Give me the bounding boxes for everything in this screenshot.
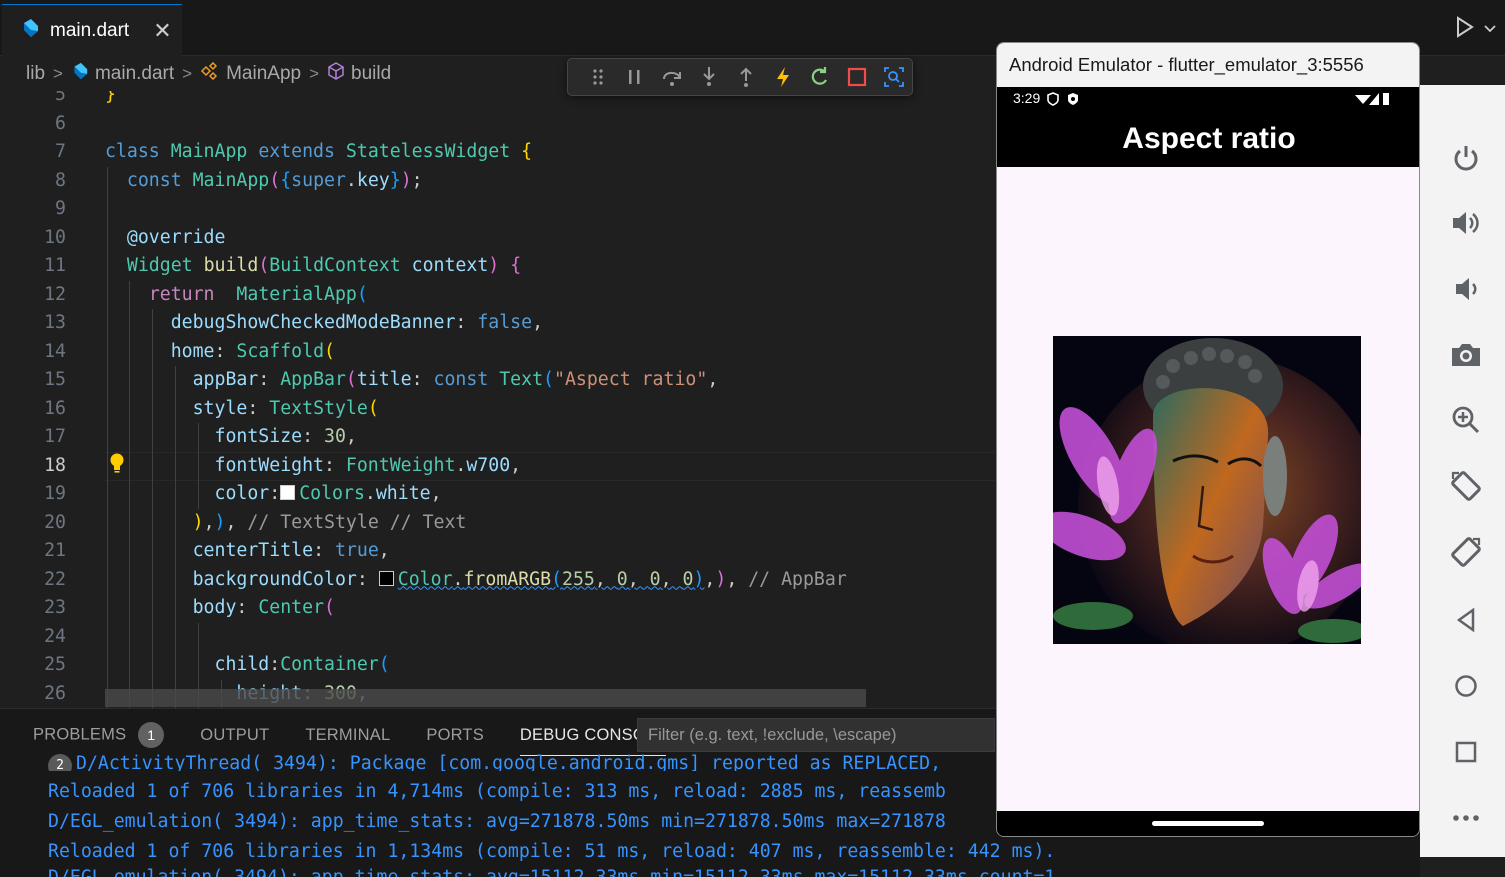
stop-icon[interactable] xyxy=(838,62,875,92)
close-tab-icon[interactable]: ✕ xyxy=(153,18,171,44)
android-status-bar: 3:29 xyxy=(997,87,1419,111)
step-over-icon[interactable] xyxy=(654,62,691,92)
breadcrumb-item-class[interactable]: MainApp xyxy=(226,63,301,85)
code-line: 21 centerTitle: true, xyxy=(0,537,995,566)
method-icon xyxy=(327,62,345,86)
more-icon[interactable] xyxy=(1449,801,1483,835)
problems-count-badge: 1 xyxy=(138,722,165,748)
console-line: D/EGL_emulation( 3494): app_time_stats: … xyxy=(48,867,1055,877)
code-line: 12 return MaterialApp( xyxy=(0,280,995,309)
color-swatch-black[interactable] xyxy=(378,570,394,586)
breadcrumb-item-lib[interactable]: lib xyxy=(26,63,45,85)
app-body xyxy=(997,167,1419,811)
code-line: 6 xyxy=(55,112,66,134)
code-line: 23 body: Center( xyxy=(0,594,995,623)
code-line: 11 Widget build(BuildContext context) { xyxy=(0,252,995,281)
code-line: 22 backgroundColor: Color.fromARGB(255, … xyxy=(0,565,995,594)
console-line: Reloaded 1 of 706 libraries in 1,134ms (… xyxy=(48,841,1056,862)
horizontal-scrollbar[interactable] xyxy=(105,689,866,707)
code-line: 8 const MainApp({super.key}); xyxy=(0,166,995,195)
code-line: 13 debugShowCheckedModeBanner: false, xyxy=(0,309,995,338)
class-icon xyxy=(200,61,220,86)
buddha-image xyxy=(1053,336,1361,644)
chevron-right-icon: > xyxy=(53,64,63,83)
tab-ports[interactable]: PORTS xyxy=(426,726,484,745)
code-line: 9 xyxy=(0,195,995,224)
pause-icon[interactable] xyxy=(617,62,654,92)
debug-toolbar xyxy=(567,58,913,96)
hot-reload-icon[interactable] xyxy=(764,62,801,92)
overview-icon[interactable] xyxy=(1449,735,1483,769)
color-swatch-white[interactable] xyxy=(280,485,296,500)
code-line: 18 fontWeight: FontWeight.w700, xyxy=(0,451,995,480)
shield-icon xyxy=(1047,91,1079,110)
chevron-right-icon: > xyxy=(309,64,320,83)
power-icon[interactable] xyxy=(1449,141,1483,175)
code-line: 25 child:Container( xyxy=(0,651,995,680)
run-icon[interactable] xyxy=(1455,16,1475,43)
app-title: Aspect ratio xyxy=(1122,122,1296,155)
code-editor[interactable]: 5} 6 7 class MainApp extends StatelessWid… xyxy=(0,91,995,708)
hot-restart-icon[interactable] xyxy=(801,62,838,92)
signal-icon xyxy=(1355,92,1391,109)
dart-file-icon xyxy=(20,18,40,43)
code-line: 10 @override xyxy=(0,223,995,252)
home-icon[interactable] xyxy=(1449,669,1483,703)
tab-output[interactable]: OUTPUT xyxy=(200,726,269,745)
code-line: 20 ),), // TextStyle // Text xyxy=(0,508,995,537)
app-bar: Aspect ratio xyxy=(997,111,1419,167)
volume-down-icon[interactable] xyxy=(1449,272,1483,306)
android-nav-bar xyxy=(997,811,1419,836)
step-out-icon[interactable] xyxy=(728,62,765,92)
breadcrumb-item-method[interactable]: build xyxy=(351,63,391,85)
console-line: Reloaded 1 of 706 libraries in 4,714ms (… xyxy=(48,781,946,802)
code-line: 16 style: TextStyle( xyxy=(0,394,995,423)
rotate-left-icon[interactable] xyxy=(1449,469,1483,503)
emulator-title: Android Emulator - flutter_emulator_3:55… xyxy=(997,43,1419,87)
step-into-icon[interactable] xyxy=(691,62,728,92)
console-filter-input[interactable]: Filter (e.g. text, !exclude, \escape) xyxy=(637,718,995,752)
tab-title: main.dart xyxy=(50,19,130,41)
dart-file-icon xyxy=(71,62,89,86)
code-line: 17 fontSize: 30, xyxy=(0,423,995,452)
code-line: 19 color: Colors.white, xyxy=(0,480,995,509)
repeat-count-badge: 2 xyxy=(48,754,72,771)
volume-up-icon[interactable] xyxy=(1449,206,1483,240)
console-line: D/EGL_emulation( 3494): app_time_stats: … xyxy=(48,811,946,832)
emulator-side-toolbar xyxy=(1420,85,1505,857)
code-line: 15 appBar: AppBar(title: const Text("Asp… xyxy=(0,366,995,395)
console-line: 2 D/ActivityThread( 3494): Package [com.g… xyxy=(48,749,941,771)
tab-main-dart[interactable]: main.dart ✕ xyxy=(2,4,182,56)
home-gesture-bar[interactable] xyxy=(1152,821,1264,826)
rotate-right-icon[interactable] xyxy=(1449,535,1483,569)
camera-icon[interactable] xyxy=(1449,338,1483,372)
tab-problems[interactable]: PROBLEMS 1 xyxy=(33,722,165,748)
back-icon[interactable] xyxy=(1449,603,1483,637)
code-line: 24 xyxy=(0,622,995,651)
drag-handle-icon[interactable] xyxy=(580,62,617,92)
inspect-widget-icon[interactable] xyxy=(875,62,912,92)
zoom-icon[interactable] xyxy=(1449,403,1483,437)
chevron-right-icon: > xyxy=(182,64,193,83)
code-line: 7 class MainApp extends StatelessWidget { xyxy=(55,141,533,162)
emulator-window: Android Emulator - flutter_emulator_3:55… xyxy=(996,42,1420,837)
tab-terminal[interactable]: TERMINAL xyxy=(305,726,390,745)
chevron-down-icon[interactable] xyxy=(1483,21,1497,39)
code-line: 14 home: Scaffold( xyxy=(0,337,995,366)
breadcrumb-item-file[interactable]: main.dart xyxy=(95,63,174,85)
status-time: 3:29 xyxy=(1013,90,1041,106)
run-controls xyxy=(1455,16,1497,43)
